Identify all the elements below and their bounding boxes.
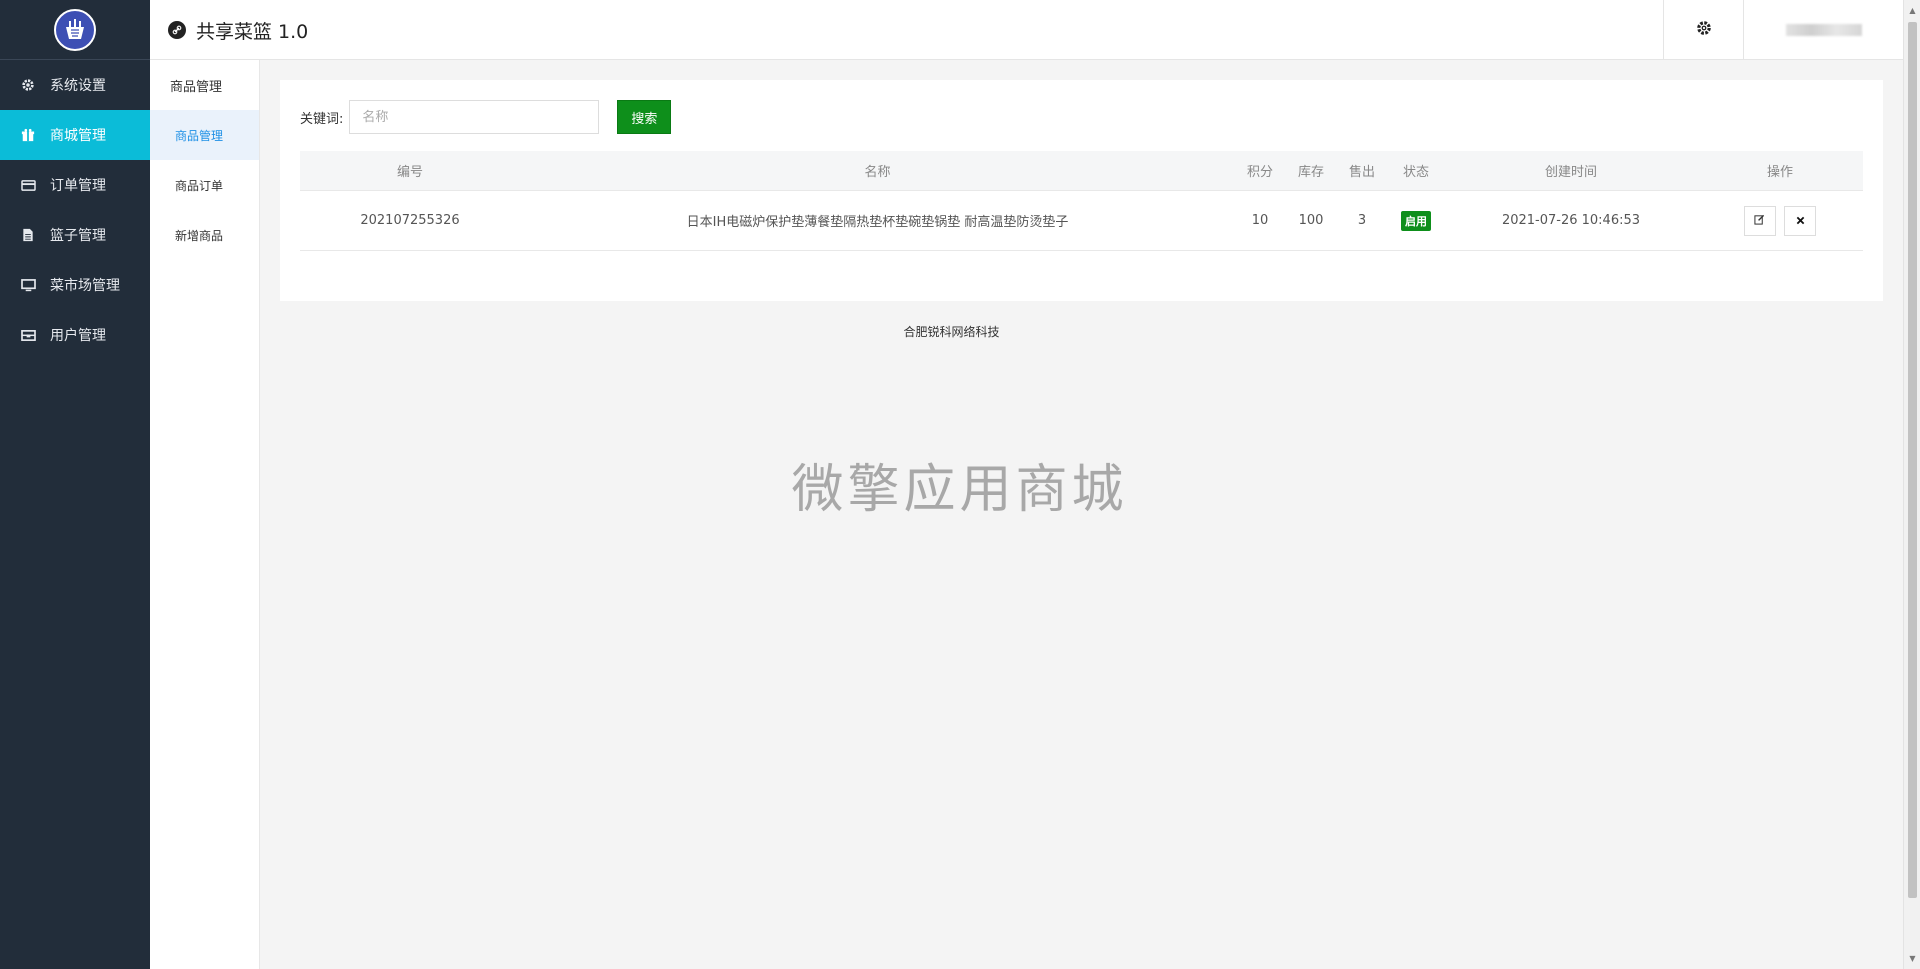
subnav-item-product-management[interactable]: 商品管理: [150, 110, 259, 160]
sidebar-item-label: 系统设置: [50, 78, 106, 94]
sidebar-item-order-management[interactable]: 订单管理: [0, 160, 150, 210]
gear-icon: [20, 77, 36, 93]
cell-sold: 3: [1357, 213, 1367, 228]
sidebar-item-market-management[interactable]: 菜市场管理: [0, 260, 150, 310]
sidebar-item-label: 订单管理: [50, 178, 106, 194]
cell-points: 10: [1251, 213, 1269, 228]
product-panel: 关键词: 搜索 编号 名称 积分 库存 售出 状态 创建时间 操作 202107…: [280, 80, 1883, 301]
edit-button[interactable]: [1743, 205, 1776, 236]
subnav-item-add-product[interactable]: 新增商品: [150, 210, 259, 260]
sidebar-item-basket-management[interactable]: 篮子管理: [0, 210, 150, 260]
cell-name: 日本IH电磁炉保护垫薄餐垫隔热垫杯垫碗垫锅垫 耐高温垫防烫垫子: [686, 215, 1069, 230]
column-header-stock: 库存: [1297, 165, 1324, 180]
scroll-up-arrow-icon[interactable]: ▲: [1904, 2, 1920, 19]
basket-logo-icon[interactable]: [54, 8, 96, 51]
gear-icon: [1696, 20, 1712, 40]
logo-area: [0, 0, 150, 60]
sidebar-item-label: 商城管理: [50, 128, 106, 144]
close-icon: [1796, 214, 1805, 228]
search-bar: 关键词: 搜索: [300, 100, 672, 134]
sidebar-item-mall-management[interactable]: 商城管理: [0, 110, 150, 160]
column-header-created: 创建时间: [1544, 165, 1597, 180]
column-header-name: 名称: [864, 165, 891, 180]
cell-stock: 100: [1298, 213, 1324, 228]
column-header-actions: 操作: [1766, 165, 1793, 180]
monitor-icon: [20, 277, 36, 293]
subnav-item-product-orders[interactable]: 商品订单: [150, 160, 259, 210]
cell-status: 启用: [1387, 210, 1445, 231]
search-label: 关键词:: [300, 111, 344, 127]
product-table: 编号 名称 积分 库存 售出 状态 创建时间 操作 202107255326 日…: [300, 151, 1863, 251]
sub-sidebar: 商品管理 商品管理 商品订单 新增商品: [150, 60, 260, 969]
sidebar-item-label: 篮子管理: [50, 228, 106, 244]
status-badge: 启用: [1401, 210, 1431, 231]
app-title-text: 共享菜篮 1.0: [196, 20, 309, 43]
cell-id: 202107255326: [360, 213, 460, 228]
user-menu[interactable]: [1743, 0, 1903, 60]
file-icon: [20, 227, 36, 243]
delete-button[interactable]: [1784, 205, 1817, 236]
gift-icon: [20, 127, 36, 143]
page-scrollbar[interactable]: ▲ ▼: [1903, 0, 1920, 969]
search-button[interactable]: 搜索: [617, 100, 672, 134]
search-input[interactable]: [349, 100, 600, 134]
avatar: [1785, 24, 1862, 36]
inbox-icon: [20, 327, 36, 343]
sub-sidebar-heading: 商品管理: [170, 79, 223, 95]
sidebar: 系统设置 商城管理 订单管理 篮子管理 菜市场管理 用户管理: [0, 0, 150, 969]
cell-created: 2021-07-26 10:46:53: [1501, 213, 1641, 228]
watermark-text: 微擎应用商城: [791, 460, 1128, 520]
edit-icon: [1754, 214, 1765, 228]
scroll-down-arrow-icon[interactable]: ▼: [1904, 950, 1920, 967]
top-header: 共享菜篮 1.0: [150, 0, 1903, 60]
table-row: 202107255326 日本IH电磁炉保护垫薄餐垫隔热垫杯垫碗垫锅垫 耐高温垫…: [300, 191, 1863, 251]
column-header-points: 积分: [1246, 165, 1273, 180]
settings-button[interactable]: [1663, 0, 1743, 60]
sidebar-item-label: 菜市场管理: [50, 278, 120, 294]
app-title: 共享菜篮 1.0: [168, 0, 308, 60]
column-header-id: 编号: [396, 165, 423, 180]
card-icon: [20, 177, 36, 193]
sidebar-item-user-management[interactable]: 用户管理: [0, 310, 150, 360]
sidebar-item-system-settings[interactable]: 系统设置: [0, 60, 150, 110]
column-header-status: 状态: [1402, 165, 1429, 180]
footer-text: 合肥锐科网络科技: [903, 325, 1000, 339]
sidebar-item-label: 用户管理: [50, 328, 106, 344]
link-icon: [168, 21, 186, 39]
cell-actions: [1697, 205, 1863, 236]
scrollbar-thumb[interactable]: [1908, 22, 1917, 898]
table-header: 编号 名称 积分 库存 售出 状态 创建时间 操作: [300, 151, 1863, 191]
column-header-sold: 售出: [1348, 165, 1375, 180]
